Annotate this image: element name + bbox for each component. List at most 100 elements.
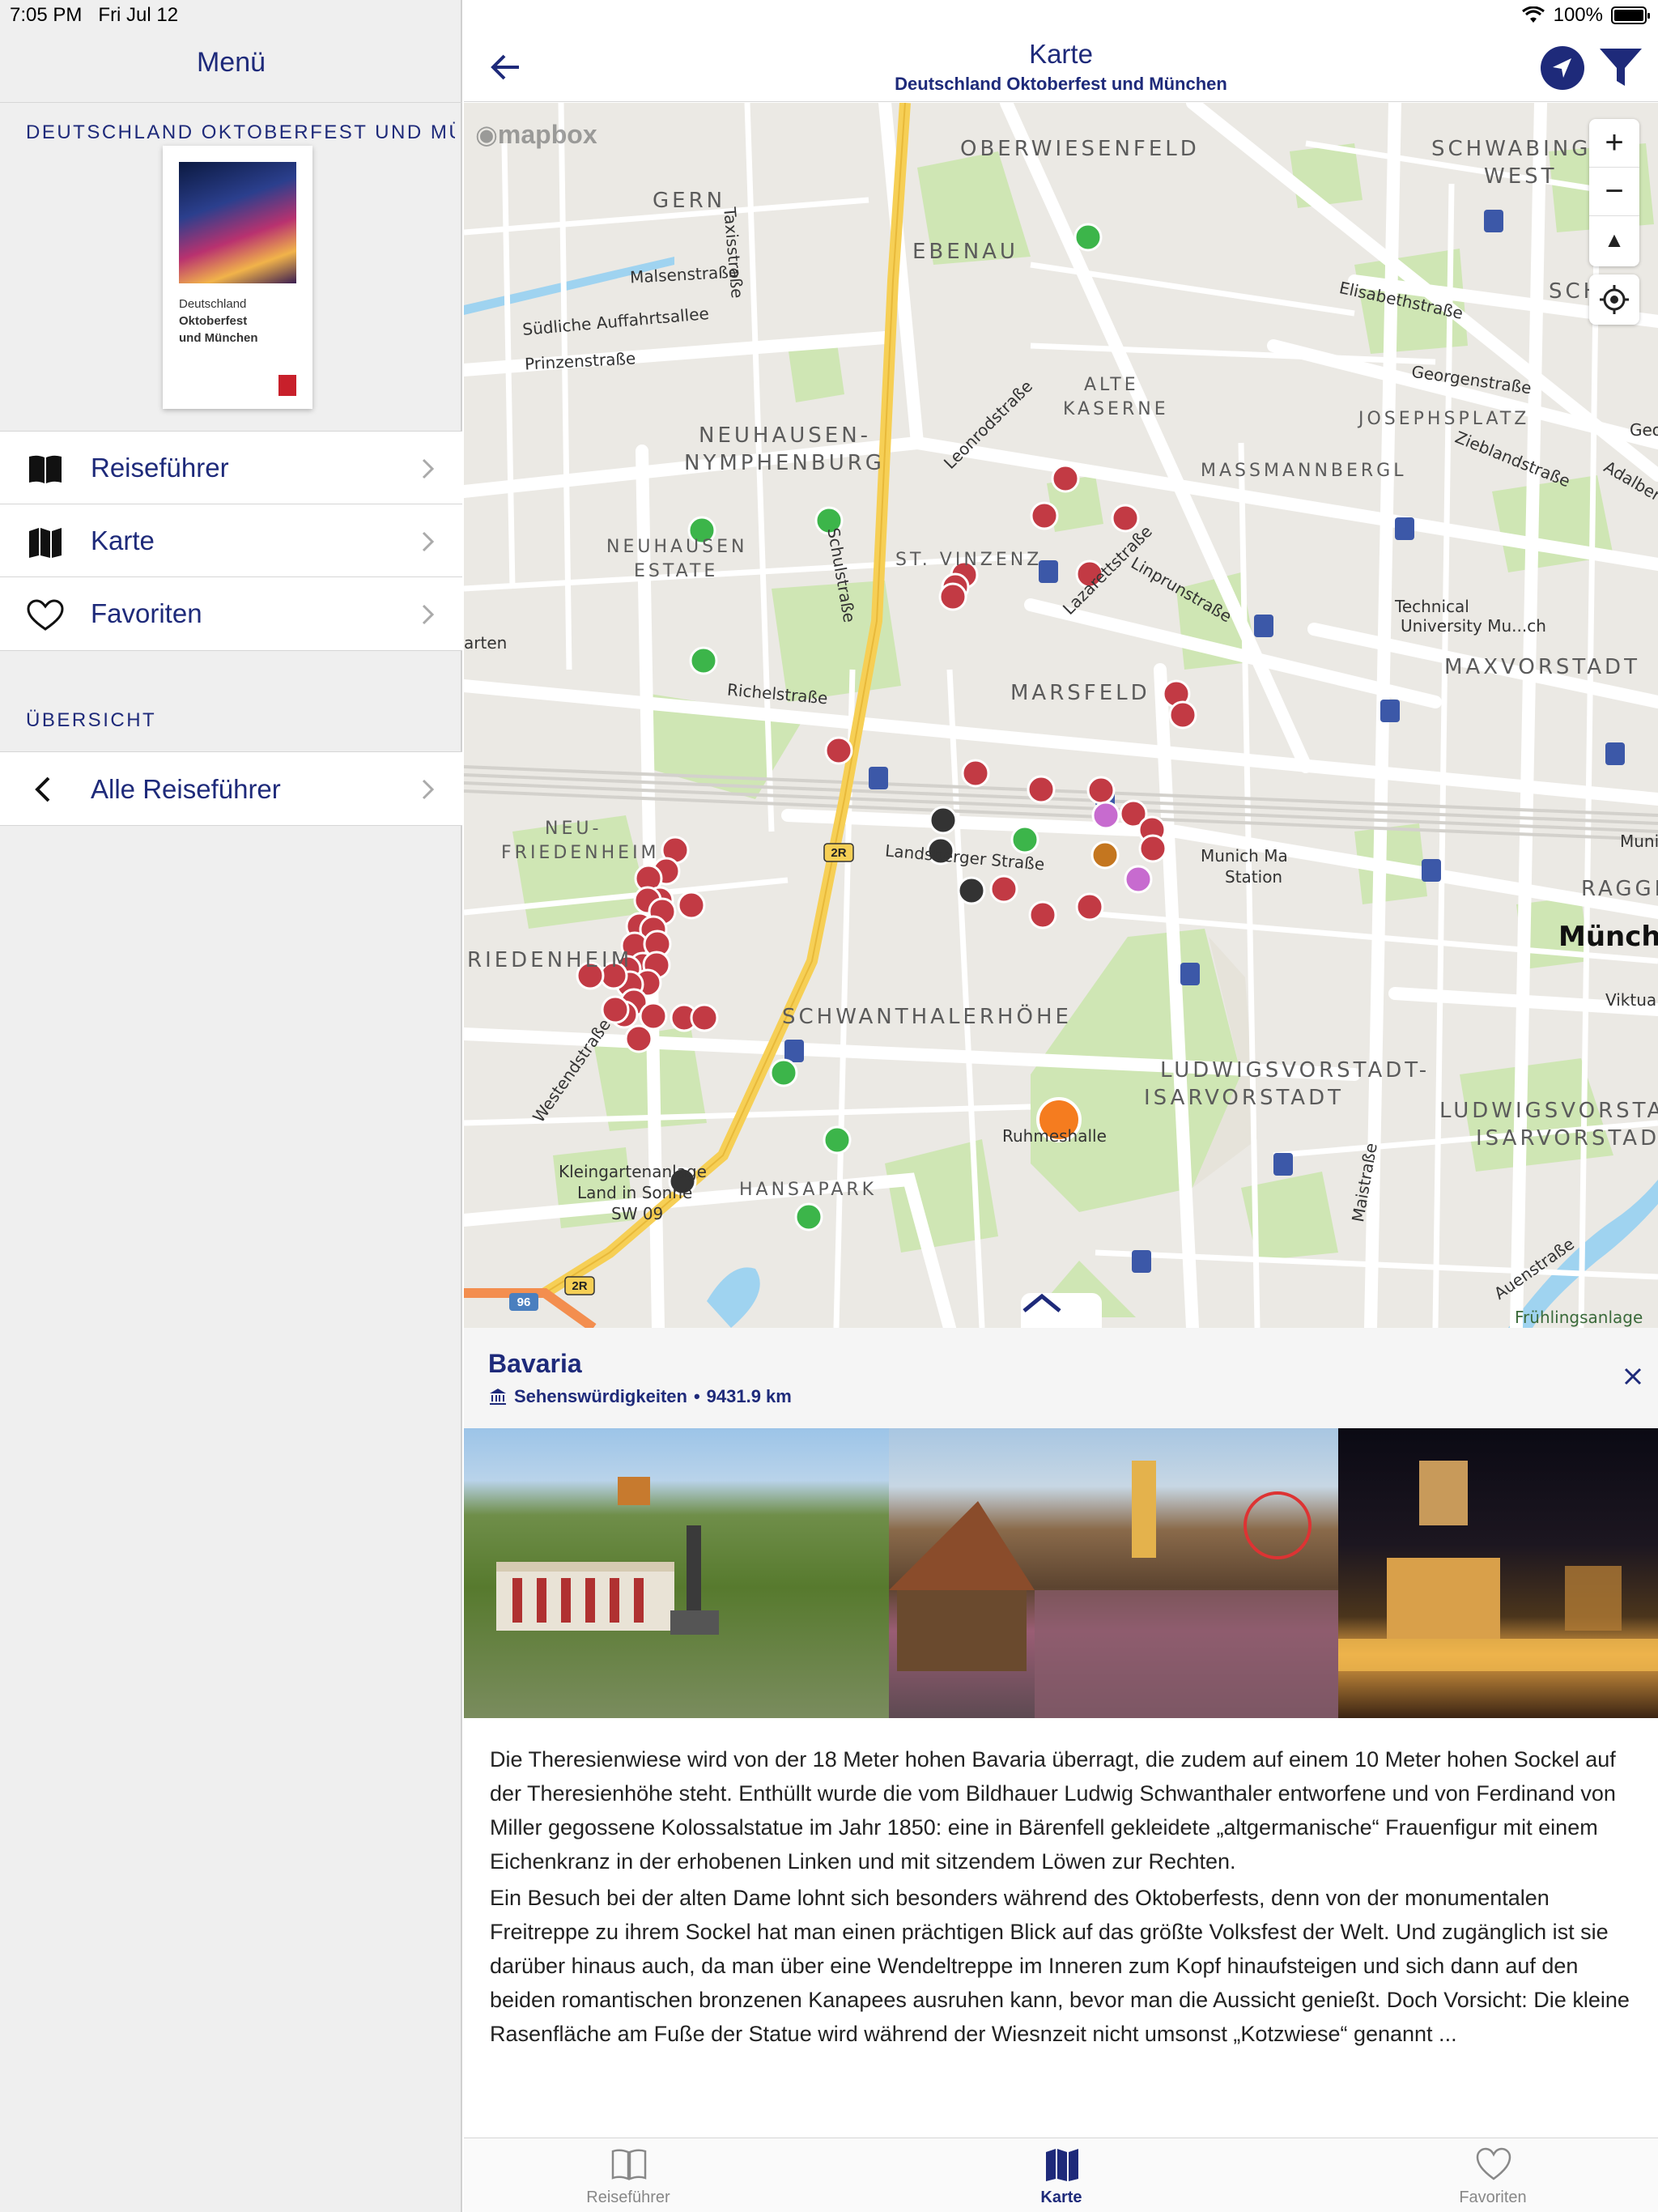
district-label: NEUHAUSEN — [606, 537, 748, 557]
district-label: ST. VINZENZ — [895, 550, 1043, 570]
tab-reisefuehrer[interactable]: Reiseführer — [507, 2138, 750, 2212]
poi-marker[interactable] — [1168, 700, 1197, 730]
district-label: EBENAU — [912, 240, 1018, 264]
status-time: 7:05 PM Fri Jul 12 — [10, 4, 179, 26]
poi-marker[interactable] — [823, 1125, 852, 1155]
close-icon[interactable] — [1623, 1367, 1643, 1386]
zoom-in-button[interactable]: + — [1589, 119, 1639, 168]
guide-title: DEUTSCHLAND OKTOBERFEST UND MÜNCHEN — [26, 121, 455, 143]
district-label: KASERNE — [1063, 399, 1169, 419]
poi-marker[interactable] — [624, 1024, 653, 1053]
poi-marker[interactable] — [769, 1058, 798, 1087]
publisher-logo — [278, 375, 296, 396]
map-icon — [29, 528, 62, 558]
district-label: JOSEPHSPLATZ — [1358, 409, 1530, 429]
status-right: 100% — [1521, 4, 1650, 27]
district-label: FRIEDENHEIM — [501, 843, 660, 863]
district-label: GERN — [653, 189, 726, 213]
poi-marker[interactable] — [989, 874, 1018, 904]
map-view[interactable]: 2R 2R 96 ◉mapbox OBERWIESENFELD SCHWABIN… — [464, 103, 1658, 1328]
poi-marker[interactable] — [1091, 801, 1120, 830]
book-icon — [29, 455, 62, 483]
locate-me-button[interactable] — [1589, 274, 1639, 325]
poi-marker[interactable] — [1124, 865, 1153, 894]
poi-marker[interactable] — [794, 1202, 823, 1231]
detail-header: Bavaria Sehenswürdigkeiten • 9431.9 km — [464, 1328, 1658, 1428]
cover-caption: Deutschland Oktoberfest und München — [179, 297, 258, 345]
battery-icon — [1611, 6, 1650, 24]
poi-label: Land in Sonne — [577, 1183, 693, 1202]
poi-marker[interactable] — [1075, 892, 1104, 921]
description-paragraph: Die Theresienwiese wird von der 18 Meter… — [490, 1747, 1616, 1874]
location-arrow-button[interactable] — [1541, 46, 1584, 90]
nav-subtitle: Deutschland Oktoberfest und München — [895, 74, 1227, 94]
sidebar: Menü DEUTSCHLAND OKTOBERFEST UND MÜNCHEN… — [0, 0, 462, 2212]
mapbox-logo: ◉mapbox — [475, 120, 597, 149]
district-label: MARSFELD — [1010, 681, 1150, 705]
poi-marker[interactable] — [690, 1003, 719, 1032]
poi-label: Technical — [1395, 597, 1469, 616]
wifi-icon — [1521, 6, 1545, 23]
chevron-right-icon — [422, 779, 435, 800]
menu-item-favoriten[interactable]: Favoriten — [0, 577, 462, 650]
poi-label: University Mu...ch — [1401, 616, 1546, 636]
poi-marker[interactable] — [1027, 775, 1056, 804]
poi-marker[interactable] — [1138, 834, 1167, 863]
road-shield-label: 2R — [572, 1279, 587, 1293]
all-guides-row[interactable]: Alle Reiseführer — [0, 751, 462, 826]
poi-marker[interactable] — [1051, 464, 1080, 493]
district-label: MASSMANNBERGL — [1201, 461, 1407, 481]
poi-marker[interactable] — [677, 891, 706, 920]
zoom-out-button[interactable]: − — [1589, 168, 1639, 216]
guide-cover[interactable]: Deutschland Oktoberfest und München — [163, 146, 312, 409]
poi-marker[interactable] — [689, 646, 718, 675]
poi-label: Viktualienm — [1605, 990, 1658, 1010]
gallery-photo[interactable] — [464, 1428, 889, 1718]
status-bar: 7:05 PM Fri Jul 12 100% — [0, 0, 1658, 32]
poi-label: Muni — [1620, 832, 1658, 851]
poi-marker[interactable] — [1090, 840, 1120, 870]
poi-marker[interactable] — [639, 1002, 668, 1031]
divider — [0, 102, 462, 103]
chevron-right-icon — [422, 531, 435, 552]
tab-karte[interactable]: Karte — [940, 2138, 1183, 2212]
poi-marker[interactable] — [1111, 504, 1140, 533]
gallery-photo[interactable] — [1338, 1428, 1658, 1718]
poi-marker[interactable] — [1086, 776, 1116, 805]
poi-marker[interactable] — [1030, 501, 1059, 530]
poi-marker[interactable] — [929, 806, 958, 835]
compass-button[interactable]: ▲ — [1589, 216, 1639, 265]
photo-gallery[interactable] — [464, 1428, 1658, 1718]
poi-label: Munich Ma — [1201, 846, 1288, 866]
chevron-right-icon — [422, 458, 435, 479]
gallery-photo[interactable] — [889, 1428, 1338, 1718]
tab-favoriten[interactable]: Favoriten — [1371, 2138, 1614, 2212]
road-shield-label: 2R — [831, 846, 846, 860]
poi-label: Frühlingsanlage — [1515, 1308, 1643, 1327]
poi-marker[interactable] — [1073, 223, 1103, 252]
cover-image — [179, 162, 296, 283]
menu-item-reisefuehrer[interactable]: Reiseführer — [0, 432, 462, 504]
poi-marker[interactable] — [601, 995, 630, 1024]
nav-title: Karte — [1029, 39, 1093, 69]
chevron-up-icon — [1022, 1293, 1061, 1312]
menu-item-label: Reiseführer — [91, 453, 229, 483]
drawer-handle[interactable] — [1021, 1293, 1102, 1328]
poi-label: Ruhmeshalle — [1002, 1126, 1107, 1146]
menu-item-karte[interactable]: Karte — [0, 504, 462, 577]
poi-category: Sehenswürdigkeiten — [514, 1386, 687, 1406]
poi-marker[interactable] — [961, 759, 990, 788]
district-label: SCHWABING- — [1431, 137, 1602, 161]
poi-marker[interactable] — [957, 876, 986, 905]
poi-marker[interactable] — [824, 736, 853, 765]
poi-marker[interactable] — [938, 582, 967, 611]
poi-label: SW 09 — [611, 1204, 664, 1223]
filter-icon[interactable] — [1597, 45, 1644, 91]
chevron-left-icon — [35, 776, 50, 802]
poi-marker[interactable] — [1028, 900, 1057, 929]
street-label: arten — [464, 633, 508, 653]
poi-marker[interactable] — [1010, 825, 1039, 854]
map-icon — [1046, 2149, 1078, 2181]
tab-bar: Reiseführer Karte Favoriten — [464, 2138, 1658, 2212]
district-label: SCHWANTHALERHÖHE — [782, 1005, 1072, 1029]
